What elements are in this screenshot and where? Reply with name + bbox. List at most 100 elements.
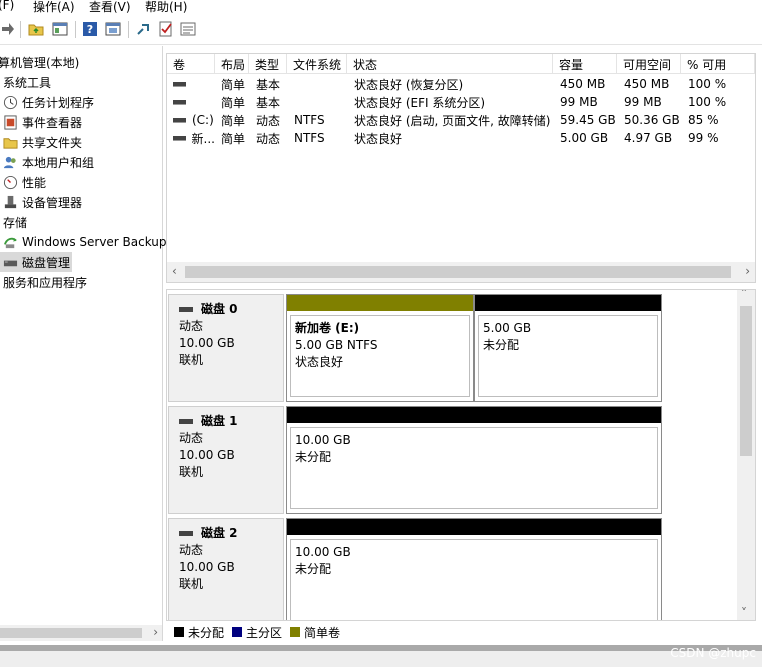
tree-services-apps-label: 服务和应用程序 [3,275,88,290]
capacity-cell: 99 MB [560,95,598,109]
disk-graphical-view: 磁盘 0 动态 10.00 GB 联机 新加卷 (E:) 5.00 GB NTF… [166,289,756,621]
volume-list-horizontal-scrollbar[interactable]: ‹ › [167,262,755,282]
free-space-cell: 450 MB [624,77,670,91]
col-layout[interactable]: 布局 [215,54,249,74]
status-cell: 状态良好 (恢复分区) [354,77,464,92]
partition-status: 状态良好 [295,355,344,369]
disk-1-info[interactable]: 磁盘 1 动态 10.00 GB 联机 [168,406,284,514]
volume-row[interactable]: 新... 简单 动态 NTFS 状态良好 5.00 GB 4.97 GB 99 … [167,129,755,147]
percent-free-cell: 100 % [688,77,727,91]
volume-list: 卷 布局 类型 文件系统 状态 容量 可用空间 % 可用 简单 基本 状态良好 … [166,53,756,283]
status-cell: 状态良好 (启动, 页面文件, 故障转储) [354,113,551,128]
check-icon[interactable] [158,21,174,37]
tree-performance[interactable]: 性能 [2,172,46,192]
disk-view-scroll-thumb[interactable] [740,306,752,456]
partition-size: 5.00 GB [483,321,532,335]
tree-task-scheduler-label: 任务计划程序 [22,95,95,110]
disk-view-vertical-scrollbar[interactable]: ˄ ˅ [737,290,755,620]
menu-bar: (F) 操作(A) 查看(V) 帮助(H) [0,0,762,15]
console-tree: 算机管理(本地) 系统工具 任务计划程序 事件查看器 共享文件夹 本地用户和组 … [0,46,167,641]
col-filesystem[interactable]: 文件系统 [287,54,347,74]
disk-name: 磁盘 0 [201,302,238,316]
tree-windows-backup[interactable]: Windows Server Backup [2,232,167,252]
disk-icon [179,419,193,424]
partition-size: 5.00 GB NTFS [295,338,378,352]
disk-0-info[interactable]: 磁盘 0 动态 10.00 GB 联机 [168,294,284,402]
menu-help[interactable]: 帮助(H) [145,0,187,15]
tree-horizontal-scrollbar[interactable]: › [0,625,162,641]
tree-device-manager[interactable]: 设备管理器 [2,192,82,212]
tree-event-viewer[interactable]: 事件查看器 [2,112,82,132]
col-free-space[interactable]: 可用空间 [617,54,681,74]
tree-local-users[interactable]: 本地用户和组 [2,152,94,172]
tree-shared-folders[interactable]: 共享文件夹 [2,132,82,152]
properties-icon[interactable] [180,21,196,37]
users-icon [2,154,18,170]
tree-root[interactable]: 算机管理(本地) [0,52,79,72]
toolbar-separator [20,21,21,38]
partition-new-volume-e[interactable]: 新加卷 (E:) 5.00 GB NTFS 状态良好 [286,294,474,402]
scroll-right-arrow-icon[interactable]: › [745,264,750,278]
layout-cell: 简单 [221,131,246,146]
layout-cell: 简单 [221,113,246,128]
partition-size: 10.00 GB [295,433,351,447]
partition-unallocated[interactable]: 10.00 GB 未分配 [286,518,662,620]
tree-system-tools-label: 系统工具 [3,75,52,90]
performance-icon [2,174,18,190]
status-bar [0,645,762,667]
scroll-left-arrow-icon[interactable]: ‹ [172,264,177,278]
tree-storage[interactable]: 存储 [3,212,27,232]
free-space-cell: 50.36 GB [624,113,680,127]
partition-size: 10.00 GB [295,545,351,559]
event-viewer-icon [2,114,18,130]
col-capacity[interactable]: 容量 [553,54,617,74]
tree-event-viewer-label: 事件查看器 [22,115,83,130]
volume-list-scroll-thumb[interactable] [185,266,731,278]
tree-disk-management[interactable]: 磁盘管理 [0,252,72,272]
help-icon[interactable]: ? [82,21,98,37]
legend-item-unallocated: 未分配 [170,624,224,641]
capacity-cell: 59.45 GB [560,113,616,127]
console-icon[interactable] [105,21,121,37]
col-percent-free[interactable]: % 可用 [681,54,755,74]
menu-view[interactable]: 查看(V) [89,0,131,15]
clock-icon [2,94,18,110]
forward-icon[interactable] [0,21,16,37]
legend-label: 简单卷 [304,625,341,640]
scroll-up-arrow-icon[interactable]: ˄ [741,290,747,301]
status-cell: 状态良好 (EFI 系统分区) [354,95,486,110]
scroll-down-arrow-icon[interactable]: ˅ [741,606,747,620]
up-folder-icon[interactable] [28,21,44,37]
col-type[interactable]: 类型 [249,54,287,74]
menu-action[interactable]: 操作(A) [33,0,75,15]
show-hide-tree-icon[interactable] [52,21,68,37]
disk-state: 联机 [179,353,204,367]
connect-icon[interactable] [136,21,152,37]
drive-icon [173,117,186,123]
menu-file[interactable]: (F) [0,0,14,12]
type-cell: 动态 [256,113,281,128]
volume-row[interactable]: (C:) 简单 动态 NTFS 状态良好 (启动, 页面文件, 故障转储) 59… [167,111,755,129]
volume-row[interactable]: 简单 基本 状态良好 (EFI 系统分区) 99 MB 99 MB 100 % [167,93,755,111]
tree-services-apps[interactable]: 服务和应用程序 [3,272,87,292]
volume-list-header: 卷 布局 类型 文件系统 状态 容量 可用空间 % 可用 [167,54,755,74]
tree-disk-management-label: 磁盘管理 [22,255,71,270]
partition-unallocated[interactable]: 10.00 GB 未分配 [286,406,662,514]
disk-1: 磁盘 1 动态 10.00 GB 联机 10.00 GB 未分配 [168,406,738,514]
layout-cell: 简单 [221,77,246,92]
col-volume[interactable]: 卷 [167,54,215,74]
partition-unallocated[interactable]: 5.00 GB 未分配 [474,294,662,402]
disk-state: 联机 [179,577,204,591]
tree-system-tools[interactable]: 系统工具 [3,72,51,92]
disk-icon [2,254,18,270]
layout-cell: 简单 [221,95,246,110]
scroll-right-arrow-icon[interactable]: › [153,625,158,639]
disk-2-info[interactable]: 磁盘 2 动态 10.00 GB 联机 [168,518,284,620]
tree-task-scheduler[interactable]: 任务计划程序 [2,92,94,112]
tree-scroll-thumb[interactable] [0,628,142,638]
legend: 未分配 主分区 简单卷 [170,623,756,641]
volume-row[interactable]: 简单 基本 状态良好 (恢复分区) 450 MB 450 MB 100 % [167,75,755,93]
col-status[interactable]: 状态 [347,54,553,74]
shared-folder-icon [2,134,18,150]
free-space-cell: 99 MB [624,95,662,109]
